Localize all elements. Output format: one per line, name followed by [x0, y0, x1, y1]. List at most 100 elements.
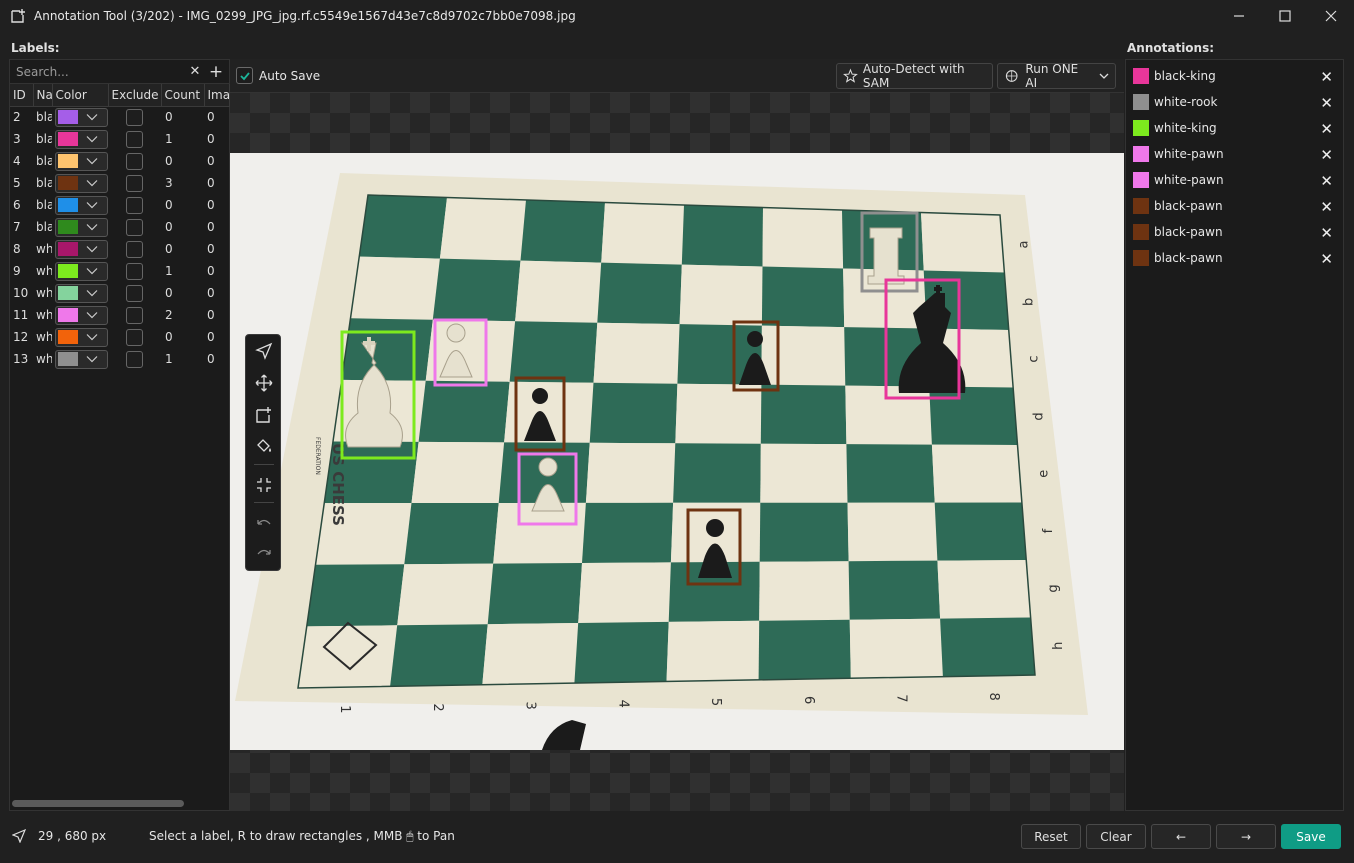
- delete-annotation-icon[interactable]: ✕: [1320, 250, 1333, 268]
- label-id: 4: [13, 154, 21, 168]
- label-row[interactable]: 3 bla 1 0: [10, 128, 229, 150]
- exclude-checkbox[interactable]: [126, 218, 143, 236]
- fill-tool[interactable]: [252, 434, 276, 458]
- exclude-checkbox[interactable]: [126, 284, 143, 302]
- label-color-select[interactable]: [55, 107, 108, 127]
- exclude-checkbox[interactable]: [126, 262, 143, 280]
- delete-annotation-icon[interactable]: ✕: [1320, 198, 1333, 216]
- annotation-item[interactable]: white-pawn ✕: [1126, 167, 1343, 193]
- label-row[interactable]: 12 wh 0 0: [10, 326, 229, 348]
- column-header-color[interactable]: Color: [52, 84, 109, 107]
- draw-rectangle-tool[interactable]: [252, 403, 276, 427]
- label-color-select[interactable]: [55, 239, 108, 259]
- color-swatch: [58, 330, 78, 344]
- label-id: 2: [13, 110, 21, 125]
- minimize-button[interactable]: [1216, 0, 1262, 32]
- exclude-checkbox[interactable]: [126, 350, 143, 368]
- previous-image-button[interactable]: ←: [1151, 824, 1211, 849]
- label-search-input[interactable]: [10, 60, 185, 83]
- board-square: [585, 442, 676, 503]
- close-icon: [1325, 10, 1337, 22]
- delete-annotation-icon[interactable]: ✕: [1320, 120, 1333, 138]
- label-search-bar: ✕ +: [10, 60, 229, 84]
- delete-annotation-icon[interactable]: ✕: [1320, 68, 1333, 86]
- label-row[interactable]: 6 bla 0 0: [10, 194, 229, 216]
- save-button[interactable]: Save: [1281, 824, 1341, 849]
- run-one-ai-button[interactable]: Run ONE AI: [997, 62, 1116, 90]
- maximize-button[interactable]: [1262, 0, 1308, 32]
- exclude-checkbox[interactable]: [126, 306, 143, 324]
- auto-detect-sam-button[interactable]: Auto-Detect with SAM: [836, 62, 993, 90]
- label-row[interactable]: 4 bla 0 0: [10, 150, 229, 172]
- label-color-select[interactable]: [55, 283, 108, 303]
- delete-annotation-icon[interactable]: ✕: [1320, 146, 1333, 164]
- exclude-checkbox[interactable]: [126, 130, 143, 148]
- annotation-label: black-pawn: [1154, 251, 1223, 265]
- auto-save-checkbox[interactable]: [236, 67, 253, 84]
- move-tool[interactable]: [252, 371, 276, 395]
- exclude-checkbox[interactable]: [126, 152, 143, 170]
- column-header-name[interactable]: Na: [33, 84, 53, 107]
- label-row[interactable]: 10 wh 0 0: [10, 282, 229, 304]
- label-row[interactable]: 13 wh 1 0: [10, 348, 229, 370]
- board-square: [761, 266, 845, 328]
- label-row[interactable]: 11 wh 2 0: [10, 304, 229, 326]
- close-window-button[interactable]: [1308, 0, 1354, 32]
- label-row[interactable]: 5 bla 3 0: [10, 172, 229, 194]
- exclude-checkbox[interactable]: [126, 174, 143, 192]
- label-color-select[interactable]: [55, 327, 108, 347]
- add-label-icon[interactable]: +: [205, 62, 227, 82]
- annotated-chess-photo[interactable]: US CHESS FEDERATION 1 2 3 4 5 6 7 8 a b c d e f g h: [230, 153, 1124, 750]
- delete-annotation-icon[interactable]: ✕: [1320, 172, 1333, 190]
- label-name: wh: [36, 330, 52, 344]
- label-row[interactable]: 7 bla 0 0: [10, 216, 229, 238]
- redo-button[interactable]: [252, 541, 276, 565]
- label-color-select[interactable]: [55, 129, 108, 149]
- annotation-label: white-king: [1154, 121, 1217, 135]
- annotation-item[interactable]: black-king ✕: [1126, 63, 1343, 89]
- label-color-select[interactable]: [55, 173, 108, 193]
- minimize-icon: [1234, 15, 1244, 17]
- label-color-select[interactable]: [55, 217, 108, 237]
- next-image-button[interactable]: →: [1216, 824, 1276, 849]
- delete-annotation-icon[interactable]: ✕: [1320, 94, 1333, 112]
- label-color-select[interactable]: [55, 349, 108, 369]
- image-canvas[interactable]: US CHESS FEDERATION 1 2 3 4 5 6 7 8 a b c d e f g h: [230, 93, 1124, 811]
- undo-button[interactable]: [252, 511, 276, 535]
- exclude-checkbox[interactable]: [126, 108, 143, 126]
- column-header-exclude[interactable]: Exclude: [108, 84, 162, 107]
- column-header-images[interactable]: Ima: [204, 84, 230, 107]
- delete-annotation-icon[interactable]: ✕: [1320, 224, 1333, 242]
- exclude-checkbox[interactable]: [126, 240, 143, 258]
- exclude-checkbox[interactable]: [126, 196, 143, 214]
- horizontal-scrollbar[interactable]: [12, 800, 184, 807]
- label-row[interactable]: 2 bla 0 0: [10, 106, 229, 128]
- clear-button[interactable]: Clear: [1086, 824, 1146, 849]
- label-id: 9: [13, 264, 21, 278]
- annotation-item[interactable]: white-pawn ✕: [1126, 141, 1343, 167]
- label-color-select[interactable]: [55, 195, 108, 215]
- board-square: [432, 258, 521, 322]
- label-color-select[interactable]: [55, 261, 108, 281]
- label-color-select[interactable]: [55, 305, 108, 325]
- auto-save-toggle[interactable]: Auto Save: [236, 67, 320, 84]
- fit-view-tool[interactable]: [252, 473, 276, 497]
- label-color-select[interactable]: [55, 151, 108, 171]
- annotation-item[interactable]: white-rook ✕: [1126, 89, 1343, 115]
- undo-icon: [257, 519, 271, 525]
- annotation-item[interactable]: black-pawn ✕: [1126, 219, 1343, 245]
- annotation-item[interactable]: white-king ✕: [1126, 115, 1343, 141]
- column-header-id[interactable]: ID: [10, 84, 34, 107]
- annotation-item[interactable]: black-pawn ✕: [1126, 245, 1343, 271]
- annotation-color-swatch: [1133, 250, 1149, 266]
- column-header-count[interactable]: Count: [161, 84, 205, 107]
- label-row[interactable]: 9 wh 1 0: [10, 260, 229, 282]
- label-row[interactable]: 8 wh 0 0: [10, 238, 229, 260]
- select-tool[interactable]: [252, 339, 276, 363]
- label-id: 8: [13, 242, 21, 256]
- clear-search-icon[interactable]: ✕: [185, 64, 205, 79]
- chevron-down-icon: [86, 136, 98, 143]
- annotation-item[interactable]: black-pawn ✕: [1126, 193, 1343, 219]
- exclude-checkbox[interactable]: [126, 328, 143, 346]
- reset-button[interactable]: Reset: [1021, 824, 1081, 849]
